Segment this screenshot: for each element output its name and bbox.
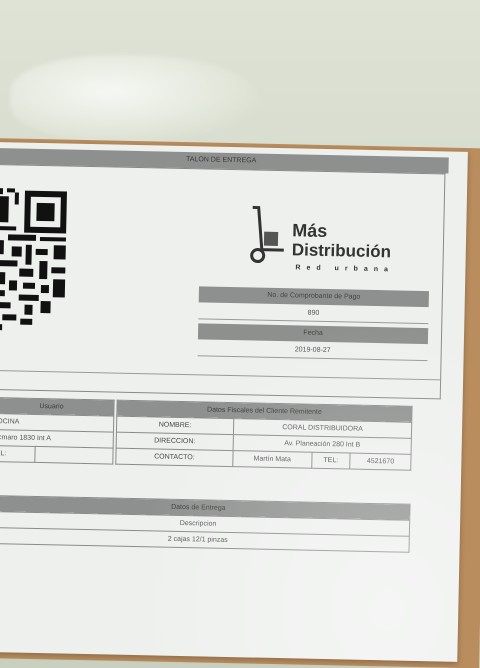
client-tel-label: TEL:: [311, 452, 351, 470]
plastic-wrap: [10, 55, 260, 145]
delivery-table: Datos de Entrega Descripcion 2 cajas 12/…: [0, 495, 411, 553]
sender-address: Picmaro 1830 Int A: [0, 429, 114, 449]
qr-code: [0, 188, 67, 331]
delivery-slip: TALON DE ENTREGA Más Distribución Red ur…: [0, 142, 468, 662]
hand-truck-icon: [250, 205, 284, 264]
sender-tel-value: [34, 446, 114, 465]
client-tel-value: 4521670: [349, 453, 412, 471]
client-table: Datos Fiscales del Cliente Remitente NOM…: [115, 400, 413, 471]
logo-tagline: Red urbana: [295, 264, 394, 274]
client-contact-label: CONTACTO:: [115, 448, 234, 467]
logo-line2: Distribución: [291, 240, 392, 262]
company-logo: Más Distribución Red urbana: [247, 201, 419, 285]
client-contact-value: Martín Mata: [232, 450, 312, 469]
sender-table: Usuario COCINA Picmaro 1830 Int A TEL:: [0, 397, 115, 465]
sender-name: COCINA: [0, 413, 114, 433]
sender-tel-label: TEL:: [0, 445, 36, 463]
logo-line1: Más: [292, 220, 328, 241]
